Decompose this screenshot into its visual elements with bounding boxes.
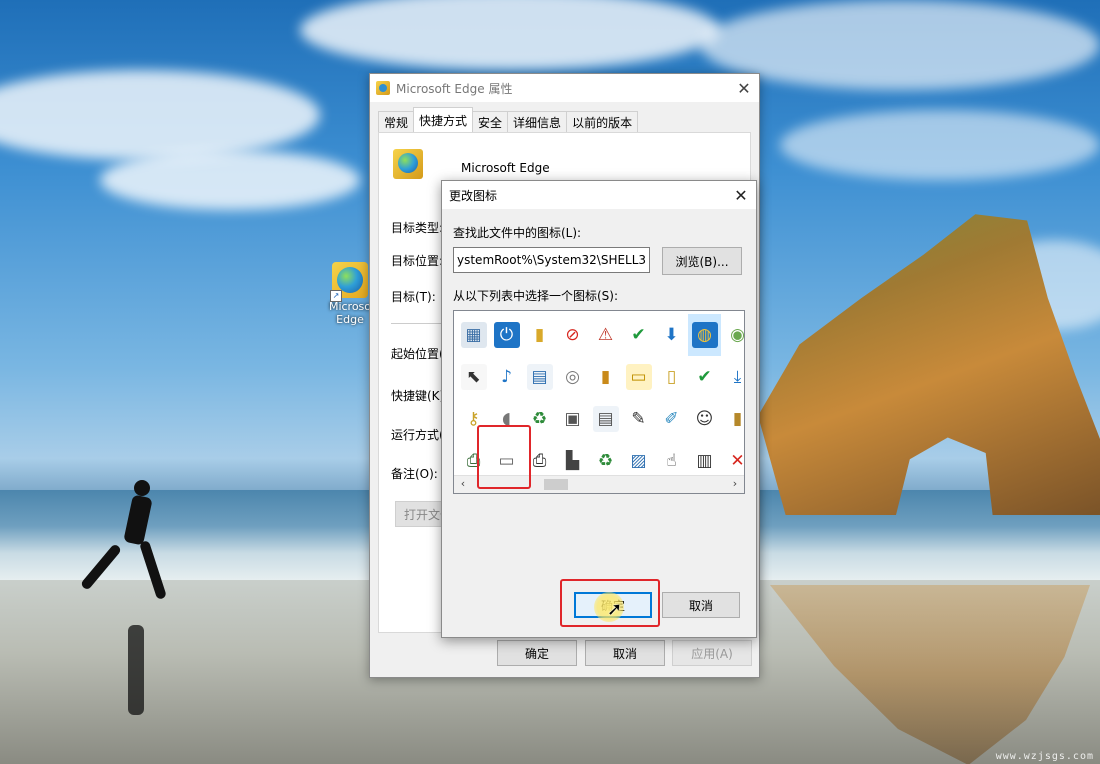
selected-icon-highlight [477,425,531,489]
icon-cell[interactable]: ✔ [622,314,655,356]
edge-app-icon [393,149,423,179]
control-panel-icon: ▦ [460,322,487,348]
icon-cell[interactable]: ◎ [556,356,589,398]
tab-security[interactable]: 安全 [472,111,509,132]
scroll-right-icon[interactable]: › [727,477,743,491]
cloud [700,0,1100,90]
icon-file-path-input[interactable] [453,247,650,273]
dialog-titlebar[interactable]: 更改图标 ✕ [442,181,756,209]
power-icon: ⏻ [493,322,520,348]
printer-check-icon: ✔ [691,364,718,390]
icon-cell[interactable]: ⬉ [457,356,490,398]
dvd-icon: ◎ [559,364,586,390]
icon-cell[interactable]: ⤓ [721,356,744,398]
cloud [780,110,1100,180]
target-location-label: 目标位置: [391,254,444,268]
runner-head [134,480,150,496]
no-entry-icon: ⊘ [559,322,586,348]
scroll-left-icon[interactable]: ‹ [455,477,471,491]
icon-cell[interactable]: ▭ [622,356,655,398]
ok-button[interactable]: 确定 [497,640,577,666]
download-small-icon: ⤓ [724,364,744,390]
icon-cell[interactable]: ⏻ [490,314,523,356]
window-list-icon: ▤ [526,364,553,390]
network-drive-icon: ⚠ [592,322,619,348]
dialog-title: 更改图标 [449,188,498,203]
icon-cell[interactable]: ▤ [523,356,556,398]
folder-text-icon: ▭ [625,364,652,390]
watermark: www.wzjsgs.com [995,751,1094,762]
shortcut-key-label: 快捷键(K): [391,389,449,403]
icon-cell[interactable]: ▤ [589,398,622,440]
mouse-cursor-icon: ➚ [607,599,623,620]
icon-cell[interactable]: ✔ [688,356,721,398]
apply-button[interactable]: 应用(A) [672,640,752,666]
icon-cell[interactable]: ▦ [457,314,490,356]
close-icon[interactable]: ✕ [726,186,756,205]
icon-cell[interactable]: ▯ [655,356,688,398]
lookup-label: 查找此文件中的图标(L): [453,226,582,240]
cd-download-icon: ◉ [724,322,744,348]
hand-cursor-icon: ☝ [658,448,685,474]
folder-music-icon: ▮ [592,364,619,390]
printer-ok-icon: ✔ [625,322,652,348]
icon-cell[interactable]: ♪ [490,356,523,398]
target-type-label: 目标类型: [391,221,444,235]
cancel-button[interactable]: 取消 [585,640,665,666]
scroll-thumb[interactable] [544,479,568,490]
window-title: Microsoft Edge 属性 [396,81,513,96]
tab-previous-versions[interactable]: 以前的版本 [566,111,639,132]
folder-lock-icon: ▮ [724,406,744,432]
cloud [0,70,320,160]
icon-cell[interactable]: ▮ [523,314,556,356]
computer-icon: ▙ [559,448,586,474]
cloud [100,150,360,210]
icon-cell[interactable]: ◉ [721,314,744,356]
paint-icon: ✐ [658,406,685,432]
download-arrow-icon: ⬇ [658,322,685,348]
icon-cell[interactable]: ⚠ [589,314,622,356]
browse-button[interactable]: 浏览(B)... [662,247,742,275]
tab-shortcut[interactable]: 快捷方式 [413,107,474,132]
cloud [300,0,720,70]
tab-details[interactable]: 详细信息 [507,111,568,132]
folder-open-icon: ▯ [658,364,685,390]
delete-x-icon: ✕ [724,448,744,474]
recycle-full-icon: ♻ [592,448,619,474]
icon-cell[interactable]: ▣ [556,398,589,440]
details-window-icon: ▤ [592,406,619,432]
icon-cell[interactable]: ◍ [688,314,721,356]
dialog-cancel-button[interactable]: 取消 [662,592,740,618]
tab-general[interactable]: 常规 [378,111,415,132]
app-name: Microsoft Edge [461,161,550,175]
properties-titlebar[interactable]: Microsoft Edge 属性 ✕ [370,74,759,102]
film-icon: ▥ [691,448,718,474]
documents-icon: ✎ [625,406,652,432]
icon-cell[interactable]: ☺ [688,398,721,440]
camera-icon: ▣ [559,406,586,432]
close-icon[interactable]: ✕ [729,79,759,98]
icon-cell[interactable]: ▮ [589,356,622,398]
icon-list-label: 从以下列表中选择一个图标(S): [453,289,619,303]
target-label: 目标(T): [391,290,436,304]
runner-reflection [128,625,144,715]
icon-cell[interactable]: ⊘ [556,314,589,356]
comment-label: 备注(O): [391,467,438,481]
app-icon [376,81,390,95]
change-icon-dialog: 更改图标 ✕ 查找此文件中的图标(L): 浏览(B)... 从以下列表中选择一个… [441,180,757,638]
run-label: 运行方式(I [391,428,448,442]
icon-cell[interactable]: ✐ [655,398,688,440]
user-key-icon: ☺ [691,406,718,432]
picture-file-icon: ▨ [625,448,652,474]
globe-folder-icon: ◍ [691,322,718,348]
icon-cell[interactable]: ✎ [622,398,655,440]
shortcut-arrow-icon: ↗ [330,290,342,302]
icon-cell[interactable]: ▮ [721,398,744,440]
music-file-icon: ♪ [493,364,520,390]
tab-bar: 常规 快捷方式 安全 详细信息 以前的版本 [378,107,639,132]
folder-partial-icon: ▮ [526,322,553,348]
cursor-file-icon: ⬉ [460,364,487,390]
icon-cell[interactable]: ⬇ [655,314,688,356]
